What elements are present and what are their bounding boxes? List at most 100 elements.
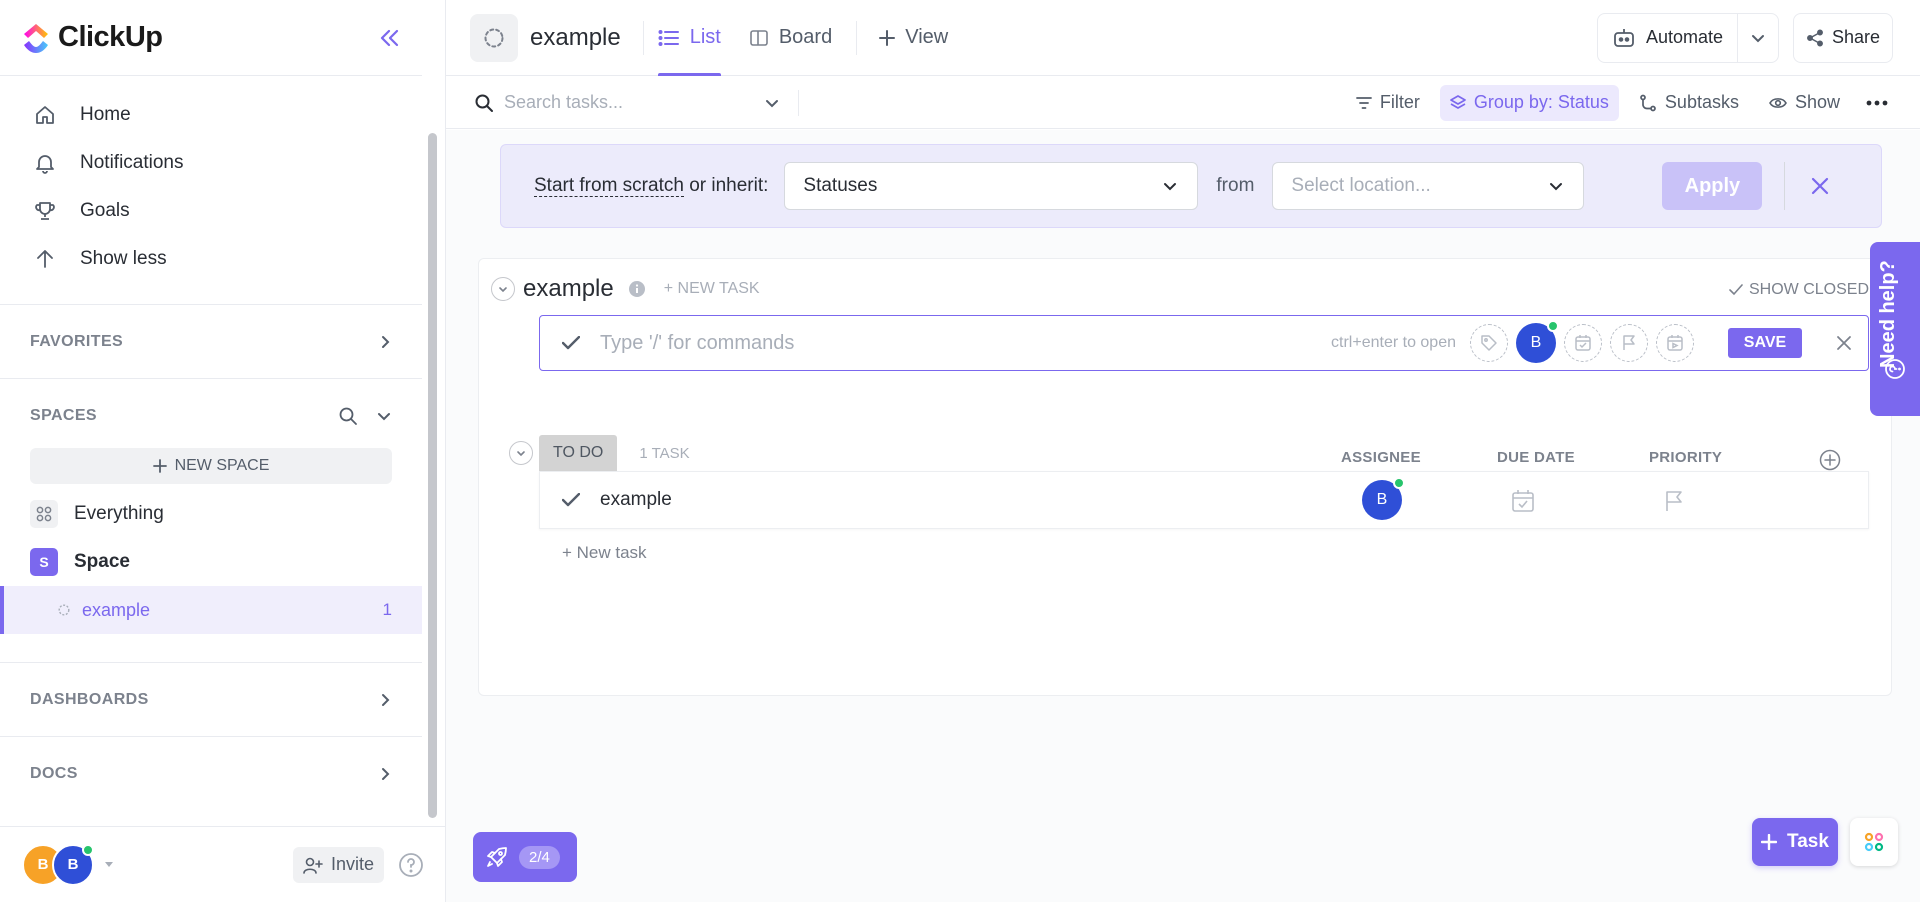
start-from-scratch-link[interactable]: Start from scratch	[534, 175, 684, 197]
user-menu[interactable]: B B	[22, 843, 114, 886]
task-assignee-avatar[interactable]: B	[1362, 477, 1405, 520]
sidebar-item-space[interactable]: S Space	[0, 538, 422, 586]
filter-button[interactable]: Filter	[1346, 85, 1430, 121]
page-title[interactable]: example	[530, 24, 621, 52]
apps-button[interactable]	[1850, 818, 1898, 866]
banner-text: Start from scratch or inherit:	[534, 175, 768, 197]
search-spaces-icon[interactable]	[338, 406, 358, 426]
tag-icon[interactable]	[1470, 324, 1508, 362]
invite-label: Invite	[330, 854, 374, 874]
nav-goals[interactable]: Goals	[0, 187, 422, 235]
task-name[interactable]: example	[600, 489, 672, 511]
tab-list[interactable]: List	[644, 0, 735, 76]
statuses-select-value: Statuses	[803, 175, 878, 196]
add-column-icon[interactable]	[1819, 449, 1841, 471]
plus-icon	[152, 459, 167, 473]
collapse-toggle[interactable]	[509, 441, 533, 465]
toolbar: Filter Group by: Status Subtasks Show	[446, 77, 1920, 129]
group-by-button[interactable]: Group by: Status	[1439, 84, 1619, 121]
show-button[interactable]: Show	[1759, 85, 1850, 121]
new-task-fab[interactable]: Task	[1752, 818, 1838, 866]
add-task-link[interactable]: + New task	[562, 543, 647, 563]
apps-grid-icon	[1863, 831, 1885, 853]
chevron-down-icon[interactable]	[1738, 30, 1778, 46]
banner-text-suffix: or inherit:	[683, 175, 769, 196]
plus-icon	[1761, 834, 1778, 850]
new-task-header-button[interactable]: + NEW TASK	[664, 280, 760, 298]
online-status-dot	[1547, 320, 1559, 332]
column-header-due-date[interactable]: DUE DATE	[1497, 449, 1575, 466]
close-icon[interactable]	[1811, 177, 1829, 195]
chevron-down-icon	[1547, 177, 1565, 195]
invite-button[interactable]: Invite	[292, 846, 384, 883]
status-badge[interactable]: TO DO	[539, 435, 618, 471]
onboarding-progress-button[interactable]: 2/4	[473, 832, 577, 882]
add-user-icon	[303, 856, 323, 874]
add-view-button[interactable]: View	[865, 0, 962, 76]
arrow-up-icon	[32, 248, 58, 270]
list-title[interactable]: example	[523, 275, 614, 303]
nav-home[interactable]: Home	[0, 91, 422, 139]
new-space-button[interactable]: NEW SPACE	[30, 448, 392, 484]
save-button[interactable]: SAVE	[1728, 328, 1802, 358]
share-button[interactable]: Share	[1792, 12, 1893, 63]
column-header-assignee[interactable]: ASSIGNEE	[1341, 449, 1421, 466]
dashboards-section[interactable]: DASHBOARDS	[0, 662, 422, 736]
from-label: from	[1216, 175, 1255, 196]
search-icon	[474, 93, 494, 113]
clickup-logo-icon[interactable]	[22, 22, 50, 54]
list-name: example	[82, 599, 151, 620]
check-icon[interactable]	[562, 493, 580, 507]
start-date-icon[interactable]	[1656, 324, 1694, 362]
chevron-right-icon[interactable]	[378, 335, 392, 349]
close-icon[interactable]	[1836, 335, 1852, 351]
column-header-priority[interactable]: PRIORITY	[1649, 449, 1722, 466]
task-name-input[interactable]	[600, 331, 1332, 355]
status-group-header: TO DO 1 TASK	[509, 435, 690, 471]
chevron-right-icon[interactable]	[378, 767, 392, 781]
sidebar-item-everything[interactable]: Everything	[0, 490, 422, 538]
more-options-icon[interactable]	[1860, 100, 1894, 106]
flag-icon[interactable]	[1610, 324, 1648, 362]
list-status-icon[interactable]	[470, 13, 518, 62]
automate-main[interactable]: Automate	[1598, 27, 1737, 49]
chevron-down-icon[interactable]	[764, 95, 780, 111]
help-icon[interactable]	[398, 852, 424, 878]
need-help-button[interactable]: Need help?	[1870, 242, 1920, 416]
robot-icon	[1612, 27, 1636, 49]
nav-notifications[interactable]: Notifications	[0, 139, 422, 187]
task-fab-label: Task	[1787, 831, 1829, 852]
sidebar-item-example-list[interactable]: example 1	[0, 586, 422, 634]
chevron-down-icon[interactable]	[376, 408, 392, 424]
favorites-section[interactable]: FAVORITES	[0, 304, 422, 378]
table-row[interactable]: example B	[539, 471, 1869, 529]
search-input[interactable]	[504, 92, 754, 113]
filter-icon	[1355, 96, 1372, 110]
assignee-avatar[interactable]: B	[1516, 320, 1559, 363]
due-date-calendar-icon[interactable]	[1510, 488, 1536, 514]
show-label: Show	[1794, 92, 1840, 112]
automate-button[interactable]: Automate	[1596, 12, 1779, 63]
sidebar-header: ClickUp	[0, 0, 422, 76]
subtasks-button[interactable]: Subtasks	[1629, 85, 1749, 121]
nav-show-less[interactable]: Show less	[0, 235, 422, 283]
collapse-toggle[interactable]	[491, 277, 515, 301]
tab-board[interactable]: Board	[735, 0, 846, 76]
location-select[interactable]: Select location...	[1272, 162, 1585, 210]
apply-button[interactable]: Apply	[1662, 162, 1763, 210]
tab-list-label: List	[689, 26, 721, 48]
chevron-right-icon[interactable]	[378, 693, 392, 707]
docs-section[interactable]: DOCS	[0, 736, 422, 810]
sidebar-scrollbar[interactable]	[428, 133, 437, 818]
subtasks-icon	[1639, 94, 1657, 112]
show-closed-button[interactable]: SHOW CLOSED	[1729, 281, 1869, 299]
priority-flag-icon[interactable]	[1662, 489, 1686, 513]
share-icon	[1806, 29, 1824, 47]
eye-icon	[1769, 96, 1787, 110]
statuses-select[interactable]: Statuses	[784, 162, 1199, 210]
nav-home-label: Home	[80, 104, 131, 125]
collapse-sidebar-icon[interactable]	[378, 27, 400, 49]
info-icon[interactable]	[628, 280, 646, 298]
list-header: example + NEW TASK	[491, 275, 760, 303]
calendar-icon[interactable]	[1564, 324, 1602, 362]
